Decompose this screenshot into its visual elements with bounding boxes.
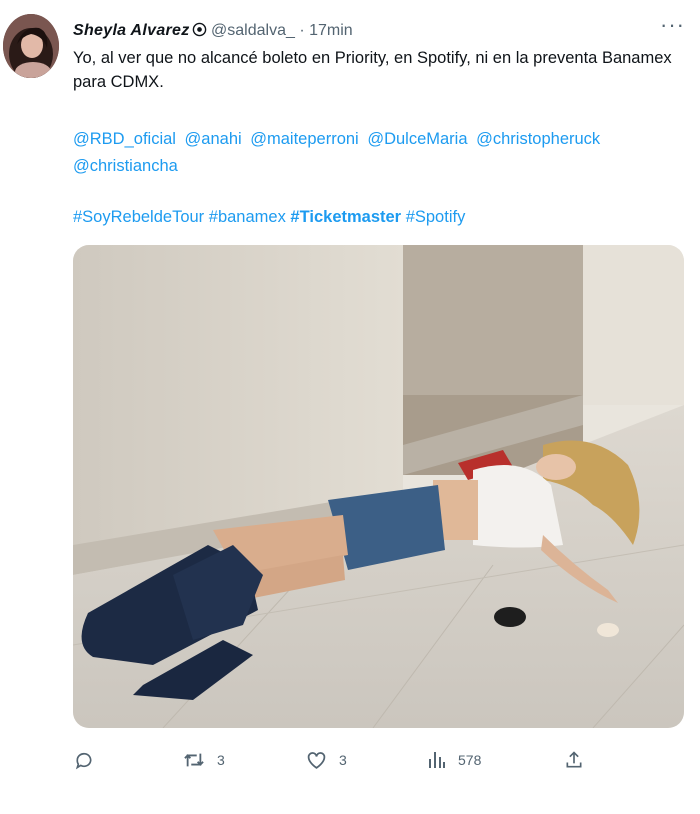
mention-link[interactable]: @maiteperroni bbox=[250, 130, 358, 148]
mention-link[interactable]: @DulceMaria bbox=[367, 130, 467, 148]
mention-link[interactable]: @anahi bbox=[185, 130, 242, 148]
reply-button[interactable] bbox=[74, 740, 94, 780]
mention-link[interactable]: @christopheruck bbox=[476, 130, 600, 148]
reply-icon bbox=[74, 750, 94, 770]
more-options-icon[interactable]: ··· bbox=[660, 12, 685, 38]
share-button[interactable] bbox=[564, 740, 584, 780]
views-button[interactable]: 578 bbox=[428, 740, 481, 780]
analytics-icon bbox=[428, 750, 446, 770]
hashtag-link[interactable]: #Spotify bbox=[406, 208, 466, 226]
heart-icon bbox=[306, 750, 327, 770]
like-count: 3 bbox=[339, 752, 347, 768]
like-button[interactable]: 3 bbox=[306, 740, 347, 780]
hashtag-link[interactable]: #SoyRebeldeTour bbox=[73, 208, 204, 226]
separator-dot: · bbox=[299, 22, 305, 39]
hashtag-link[interactable]: #banamex bbox=[209, 208, 286, 226]
retweet-icon bbox=[183, 750, 205, 770]
tweet: Sheyla Alvarez @saldalva_ · 17min ··· Yo… bbox=[0, 0, 700, 814]
avatar[interactable] bbox=[3, 14, 59, 78]
share-icon bbox=[564, 750, 584, 770]
view-count: 578 bbox=[458, 752, 482, 768]
verified-badge-icon bbox=[192, 22, 207, 44]
tweet-media-photo[interactable] bbox=[73, 245, 684, 728]
retweet-button[interactable]: 3 bbox=[183, 740, 225, 780]
timestamp[interactable]: 17min bbox=[309, 22, 353, 39]
mention-link[interactable]: @RBD_oficial bbox=[73, 130, 176, 148]
hashtag-link[interactable]: #Ticketmaster bbox=[290, 208, 401, 226]
author-name[interactable]: Sheyla Alvarez bbox=[73, 22, 190, 39]
mention-link[interactable]: @christiancha bbox=[73, 157, 178, 175]
author-handle[interactable]: @saldalva_ bbox=[211, 22, 295, 39]
tweet-hashtags: #SoyRebeldeTour #banamex #Ticketmaster #… bbox=[73, 205, 673, 229]
tweet-actions: 3 3 578 bbox=[0, 740, 700, 780]
tweet-mentions: @RBD_oficial @anahi @maiteperroni @Dulce… bbox=[73, 126, 673, 180]
tweet-text: Yo, al ver que no alcancé boleto en Prio… bbox=[73, 49, 672, 91]
retweet-count: 3 bbox=[217, 752, 225, 768]
tweet-header: Sheyla Alvarez @saldalva_ · 17min bbox=[73, 20, 353, 44]
